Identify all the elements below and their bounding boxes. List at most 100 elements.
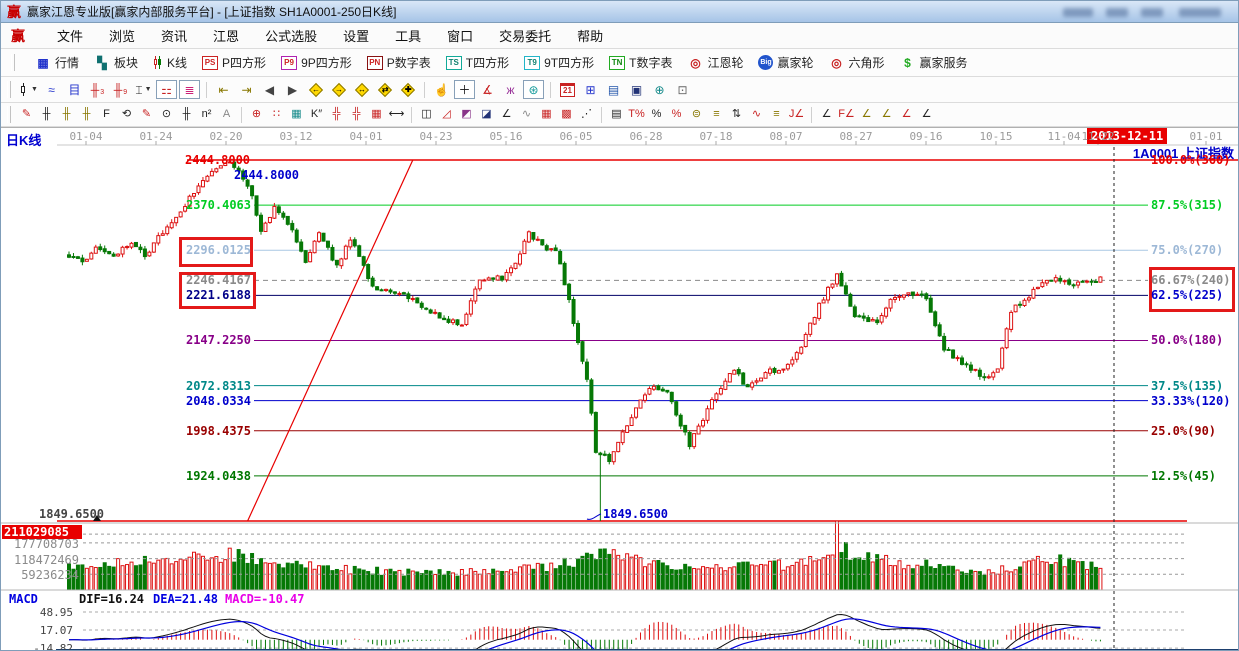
- wave-red-tool[interactable]: ∿: [747, 106, 766, 124]
- date-label[interactable]: 04-23: [419, 130, 452, 143]
- kline-button[interactable]: K线: [153, 54, 187, 71]
- date-label[interactable]: 10-15: [979, 130, 1012, 143]
- gold-line2-tool[interactable]: ≡: [767, 106, 786, 124]
- date-label[interactable]: 11-04: [1047, 130, 1080, 143]
- dots-grid-tool[interactable]: ∷: [267, 106, 286, 124]
- shrink-diamond-button[interactable]: ⇄: [374, 80, 395, 99]
- f-grid-tool[interactable]: F: [97, 106, 116, 124]
- menu-item-settings[interactable]: 设置: [343, 26, 369, 45]
- date-label[interactable]: 08-27: [839, 130, 872, 143]
- date-label[interactable]: 03-12: [279, 130, 312, 143]
- date-label[interactable]: 08-07: [769, 130, 802, 143]
- t-pct-tool[interactable]: T%: [627, 106, 646, 124]
- gold-circle-tool[interactable]: ⊜: [687, 106, 706, 124]
- four-angle-tool[interactable]: ∠: [917, 106, 936, 124]
- n2-tool[interactable]: n²: [197, 106, 216, 124]
- date-label[interactable]: 01-04: [69, 130, 102, 143]
- gold-angle-tool[interactable]: ∠: [857, 106, 876, 124]
- grid-box-tool[interactable]: ▦: [287, 106, 306, 124]
- pattern-highlight-button[interactable]: ⚏: [156, 80, 177, 99]
- last-page-button[interactable]: ⇥: [236, 80, 257, 99]
- fit-all-diamond-button[interactable]: ✚: [397, 80, 418, 99]
- info-list-button[interactable]: 目: [64, 80, 85, 99]
- menu-item-formula-stock-picker[interactable]: 公式选股: [265, 26, 317, 45]
- rays2-tool[interactable]: ∠: [497, 106, 516, 124]
- first-page-button[interactable]: ⇤: [213, 80, 234, 99]
- circle-crosshair-tool[interactable]: ⊕: [247, 106, 266, 124]
- hexagon-button[interactable]: ◎六角形: [829, 54, 885, 71]
- width-arrows-tool[interactable]: ⟷: [387, 106, 406, 124]
- quotes-button[interactable]: ▦行情: [35, 54, 79, 71]
- pan-hand-button[interactable]: ☝: [431, 80, 452, 99]
- angle-measure-button[interactable]: ∡: [477, 80, 498, 99]
- menu-item-gann[interactable]: 江恩: [213, 26, 239, 45]
- gold-line-tool[interactable]: ≡: [707, 106, 726, 124]
- win-angle-tool[interactable]: ∠: [897, 106, 916, 124]
- 9p-square-button[interactable]: P99P四方形: [281, 54, 352, 71]
- t-square-button[interactable]: TST四方形: [446, 54, 509, 71]
- period-daily-button[interactable]: ▼: [18, 80, 39, 99]
- box-tool[interactable]: ◫: [417, 106, 436, 124]
- calculator-button[interactable]: ⊞: [580, 80, 601, 99]
- f-angle-tool[interactable]: F∠: [837, 106, 856, 124]
- date-label[interactable]: 02-20: [209, 130, 242, 143]
- fan-blue-tool[interactable]: ◪: [477, 106, 496, 124]
- shen-angle-tool[interactable]: ∠: [877, 106, 896, 124]
- rays-tool[interactable]: ◿: [437, 106, 456, 124]
- next-page-button[interactable]: ▶: [282, 80, 303, 99]
- pencil-grid-tool[interactable]: ✎: [137, 106, 156, 124]
- candle-style-button[interactable]: ⌶▼: [133, 80, 154, 99]
- grid-red2-tool[interactable]: ▩: [557, 106, 576, 124]
- fan-purple-tool[interactable]: ◩: [457, 106, 476, 124]
- calendar-button[interactable]: 21: [557, 80, 578, 99]
- menu-item-browse[interactable]: 浏览: [109, 26, 135, 45]
- date-label[interactable]: 11-22: [1081, 130, 1114, 143]
- compress-9-button[interactable]: ╫9: [110, 80, 131, 99]
- k-quote-tool[interactable]: K″: [307, 106, 326, 124]
- shen-grid-tool[interactable]: ╬: [327, 106, 346, 124]
- chart-pane[interactable]: 日K线 1A0001 上证指数 2013-12-11 2444.8000 244…: [1, 127, 1239, 651]
- num-grid-tool[interactable]: ▦: [367, 106, 386, 124]
- date-label[interactable]: 05-16: [489, 130, 522, 143]
- notepad-button[interactable]: ▤: [603, 80, 624, 99]
- date-label[interactable]: 04-01: [349, 130, 382, 143]
- pencil-tool[interactable]: ✎: [17, 106, 36, 124]
- date-label[interactable]: 01-24: [139, 130, 172, 143]
- sort-tool[interactable]: ⇅: [727, 106, 746, 124]
- menu-item-file[interactable]: 文件: [57, 26, 83, 45]
- remote-pc-button[interactable]: ⊡: [672, 80, 693, 99]
- spiral-tool[interactable]: ⟲: [117, 106, 136, 124]
- menu-item-tools[interactable]: 工具: [395, 26, 421, 45]
- date-label[interactable]: 07-18: [699, 130, 732, 143]
- shift-right-diamond-button[interactable]: →: [328, 80, 349, 99]
- p-number-table-button[interactable]: PNP数字表: [367, 54, 431, 71]
- ruler-pct-tool[interactable]: ▤: [607, 106, 626, 124]
- date-label[interactable]: 06-28: [629, 130, 662, 143]
- p-square-button[interactable]: PSP四方形: [202, 54, 266, 71]
- slope-lines-tool[interactable]: ⋰: [577, 106, 596, 124]
- shift-left-diamond-button[interactable]: ←: [305, 80, 326, 99]
- sectors-button[interactable]: ▚板块: [94, 54, 138, 71]
- expand-diamond-button[interactable]: ↔: [351, 80, 372, 99]
- pct-tool[interactable]: %: [647, 106, 666, 124]
- menu-item-help[interactable]: 帮助: [577, 26, 603, 45]
- menu-item-trade-entrust[interactable]: 交易委托: [499, 26, 551, 45]
- angle-letter-tool[interactable]: A: [217, 106, 236, 124]
- volume-profile-button[interactable]: ≣: [179, 80, 200, 99]
- win-grid-tool[interactable]: ╬: [347, 106, 366, 124]
- date-label[interactable]: 09-16: [909, 130, 942, 143]
- winner-wheel-button[interactable]: Big赢家轮: [758, 54, 813, 71]
- gann-wheel-button[interactable]: ◎江恩轮: [687, 54, 743, 71]
- web-update-button[interactable]: ⊕: [649, 80, 670, 99]
- wave-tool[interactable]: ∿: [517, 106, 536, 124]
- pattern-brain-button[interactable]: ⊛: [523, 80, 544, 99]
- curve-overlay-button[interactable]: ≈: [41, 80, 62, 99]
- prev-page-button[interactable]: ◀: [259, 80, 280, 99]
- t-number-table-button[interactable]: TNT数字表: [609, 54, 672, 71]
- 9t-square-button[interactable]: T99T四方形: [524, 54, 594, 71]
- winner-service-button[interactable]: $赢家服务: [900, 54, 968, 71]
- angle-tool[interactable]: ∠: [817, 106, 836, 124]
- pct-line-tool[interactable]: %: [667, 106, 686, 124]
- gann-tool-button[interactable]: ж: [500, 80, 521, 99]
- circle-gann-tool[interactable]: ⊙: [157, 106, 176, 124]
